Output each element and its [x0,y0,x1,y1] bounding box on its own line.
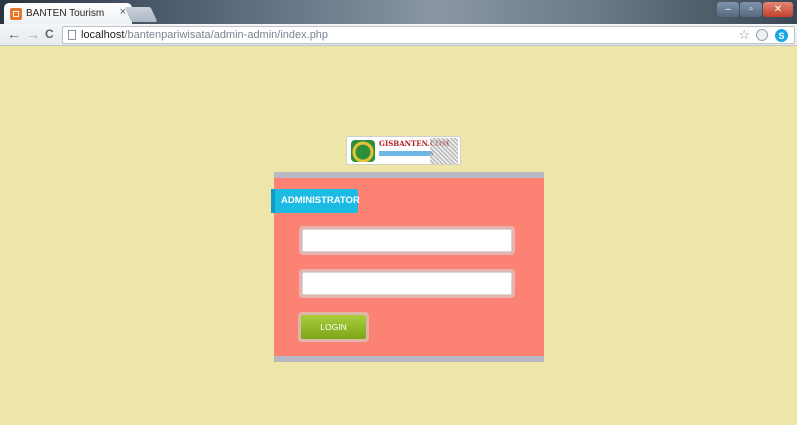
back-icon[interactable]: ← [7,26,21,42]
logo-illustration [430,138,458,164]
extension-icon[interactable] [756,29,768,41]
window-titlebar: BANTEN Tourism × – ▫ ✕ [0,0,797,24]
page-icon [68,30,76,40]
reload-icon[interactable]: C [45,27,54,41]
url-path: /bantenpariwisata/admin-admin/index.php [124,29,329,41]
password-field-wrap [299,269,515,298]
username-input[interactable] [302,229,512,252]
skype-icon[interactable]: S [775,29,788,42]
address-bar[interactable]: localhost/bantenpariwisata/admin-admin/i… [62,26,795,44]
login-button-wrap: LOGIN [298,312,369,342]
panel-title: ADMINISTRATOR [271,189,360,213]
banten-seal-icon [351,140,375,162]
site-logo: GISBANTEN.COM [346,136,461,165]
password-input[interactable] [302,272,512,295]
forward-icon[interactable]: → [26,26,40,42]
tab-title: BANTEN Tourism [26,8,105,19]
browser-toolbar: ← → C localhost/bantenpariwisata/admin-a… [0,24,797,46]
url-host: localhost [81,29,125,41]
minimize-button[interactable]: – [717,2,739,17]
login-button[interactable]: LOGIN [301,315,366,339]
username-field-wrap [299,226,515,255]
close-window-button[interactable]: ✕ [763,2,793,17]
maximize-button[interactable]: ▫ [740,2,762,17]
favicon-icon [10,7,22,20]
logo-tagline [379,151,433,156]
window-controls: – ▫ ✕ [716,2,793,17]
browser-tab[interactable]: BANTEN Tourism × [4,3,132,24]
bookmark-star-icon[interactable]: ☆ [738,27,750,43]
